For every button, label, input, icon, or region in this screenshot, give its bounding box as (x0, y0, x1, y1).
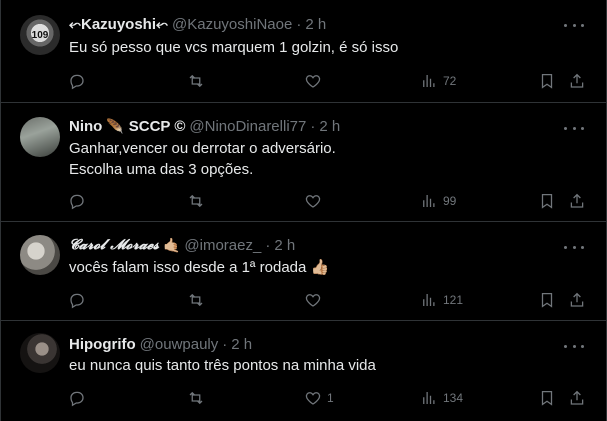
reply-icon (70, 293, 84, 309)
bookmark-icon (541, 73, 553, 89)
more-icon[interactable] (564, 339, 584, 353)
like-icon (305, 294, 321, 307)
tweet[interactable]: 𝓒𝓪𝓻𝓸𝓵 𝓜𝓸𝓻𝓪𝓮𝓼 🤙🏼 @imoraez_ · 2 h vocês fa… (1, 222, 606, 321)
views-button[interactable]: 72 (420, 71, 456, 91)
tweet-header: Hipogrifo @ouwpauly · 2 h (69, 334, 252, 354)
avatar[interactable] (20, 235, 60, 275)
tweet[interactable]: Nino 🪶 SCCP © @NinoDinarelli77 · 2 h Gan… (1, 103, 606, 222)
more-icon[interactable] (564, 240, 584, 254)
reply-icon (70, 194, 84, 210)
separator-dot: · (310, 117, 316, 135)
user-handle[interactable]: @imoraez_ (184, 237, 261, 254)
tweet-text: Ganhar,vencer ou derrotar o adversário. … (69, 140, 336, 178)
reply-button[interactable] (68, 290, 91, 310)
bookmark-icon (541, 292, 553, 308)
reply-button[interactable] (68, 388, 91, 408)
views-button[interactable]: 121 (420, 290, 463, 310)
tweet[interactable]: 109 ⬿Kazuyoshi⬿ @KazuyoshiNaoe · 2 h Eu … (1, 0, 606, 103)
views-icon (423, 294, 435, 306)
views-icon (423, 195, 435, 207)
separator-dot: · (265, 236, 271, 254)
views-button[interactable]: 99 (420, 191, 456, 211)
retweet-button[interactable] (187, 290, 210, 310)
like-button[interactable] (304, 290, 327, 310)
like-button[interactable] (304, 191, 327, 211)
retweet-icon (189, 391, 203, 405)
retweet-icon (189, 293, 203, 307)
tweet-actions: 72 (1, 71, 606, 91)
share-button[interactable] (568, 290, 586, 310)
separator-dot: · (222, 335, 228, 353)
retweet-icon (189, 194, 203, 208)
views-icon (423, 392, 435, 404)
tweet-time[interactable]: 2 h (305, 16, 326, 33)
tweet-text: Eu só pesso que vcs marquem 1 golzin, é … (69, 39, 399, 56)
bookmark-icon (541, 193, 553, 209)
like-count: 1 (327, 391, 334, 405)
views-button[interactable]: 134 (420, 388, 463, 408)
bookmark-button[interactable] (538, 388, 556, 408)
bookmark-button[interactable] (538, 71, 556, 91)
share-icon (570, 193, 584, 208)
like-icon (305, 75, 321, 88)
bookmark-icon (541, 390, 553, 406)
tweet-actions: 99 (1, 191, 606, 211)
avatar[interactable] (20, 117, 60, 157)
views-count: 72 (443, 74, 457, 88)
reply-button[interactable] (68, 191, 91, 211)
tweet-text: eu nunca quis tanto três pontos na minha… (69, 357, 376, 374)
name-emoji: 🤙🏼 (162, 236, 181, 253)
tweet-time[interactable]: 2 h (319, 118, 340, 135)
share-icon (570, 73, 584, 88)
separator-dot: · (296, 15, 302, 33)
display-name[interactable]: Hipogrifo (69, 336, 136, 353)
retweet-button[interactable] (187, 388, 210, 408)
more-icon[interactable] (564, 121, 584, 135)
retweet-icon (189, 74, 203, 88)
timeline-feed: 109 ⬿Kazuyoshi⬿ @KazuyoshiNaoe · 2 h Eu … (0, 0, 607, 421)
tweet[interactable]: Hipogrifo @ouwpauly · 2 h eu nunca quis … (1, 321, 606, 421)
tweet-text: vocês falam isso desde a 1ª rodada 👍🏼 (69, 259, 330, 276)
display-name[interactable]: ⬿Kazuyoshi⬿ (69, 16, 168, 33)
like-icon (305, 392, 321, 405)
share-button[interactable] (568, 71, 586, 91)
tweet-actions: 1 134 (1, 388, 606, 408)
avatar[interactable]: 109 (20, 15, 60, 55)
more-icon[interactable] (564, 18, 584, 32)
tweet-header: ⬿Kazuyoshi⬿ @KazuyoshiNaoe · 2 h (69, 14, 326, 34)
views-count: 134 (443, 391, 464, 405)
display-name[interactable]: Nino (69, 118, 102, 135)
share-icon (570, 292, 584, 307)
reply-icon (70, 74, 84, 90)
tweet-time[interactable]: 2 h (274, 237, 295, 254)
user-handle[interactable]: @NinoDinarelli77 (189, 118, 306, 135)
share-button[interactable] (568, 388, 586, 408)
views-count: 121 (443, 293, 464, 307)
avatar[interactable] (20, 333, 60, 373)
tweet-header: Nino 🪶 SCCP © @NinoDinarelli77 · 2 h (69, 116, 340, 136)
tweet-header: 𝓒𝓪𝓻𝓸𝓵 𝓜𝓸𝓻𝓪𝓮𝓼 🤙🏼 @imoraez_ · 2 h (69, 235, 295, 255)
bookmark-button[interactable] (538, 191, 556, 211)
display-name-suffix[interactable]: SCCP © (129, 118, 186, 135)
avatar-label: 109 (31, 29, 49, 41)
bookmark-button[interactable] (538, 290, 556, 310)
like-button[interactable] (304, 71, 327, 91)
name-emoji: 🪶 (106, 117, 124, 134)
reply-icon (70, 391, 84, 407)
views-count: 99 (443, 194, 457, 208)
share-button[interactable] (568, 191, 586, 211)
tweet-actions: 121 (1, 290, 606, 310)
user-handle[interactable]: @ouwpauly (140, 336, 219, 353)
share-icon (570, 390, 584, 405)
like-button[interactable]: 1 (304, 388, 334, 408)
user-handle[interactable]: @KazuyoshiNaoe (172, 16, 292, 33)
like-icon (305, 195, 321, 208)
display-name[interactable]: 𝓒𝓪𝓻𝓸𝓵 𝓜𝓸𝓻𝓪𝓮𝓼 (69, 237, 159, 253)
tweet-time[interactable]: 2 h (231, 336, 252, 353)
reply-button[interactable] (68, 71, 91, 91)
views-icon (423, 75, 435, 87)
retweet-button[interactable] (187, 71, 210, 91)
retweet-button[interactable] (187, 191, 210, 211)
